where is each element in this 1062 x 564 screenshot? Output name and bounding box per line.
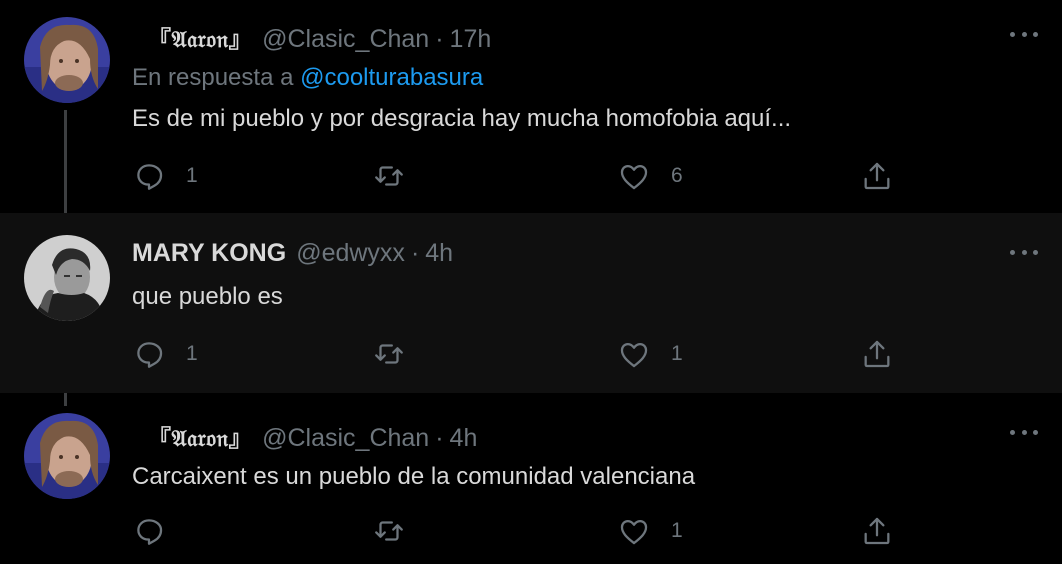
like-count: 1 <box>671 519 683 542</box>
avatar[interactable] <box>24 17 110 103</box>
tweet[interactable]: 『𝔄𝔞𝔯𝔬𝔫』 @Clasic_Chan · 4h Carcaixent es … <box>0 393 1062 564</box>
retweet-icon <box>375 166 403 186</box>
more-icon[interactable] <box>1010 430 1038 438</box>
tweet-actions: 1 1 <box>132 337 902 371</box>
tweet-actions: 1 <box>132 514 902 548</box>
reply-button[interactable] <box>132 514 186 548</box>
timestamp[interactable]: 17h <box>450 25 492 54</box>
retweet-button[interactable] <box>372 514 426 548</box>
avatar[interactable] <box>24 413 110 499</box>
reply-context: En respuesta a @coolturabasura <box>132 64 483 92</box>
display-name[interactable]: 『𝔄𝔞𝔯𝔬𝔫』 <box>148 419 252 453</box>
heart-icon <box>620 342 648 368</box>
share-icon <box>864 340 890 368</box>
reply-count: 1 <box>186 342 198 365</box>
reply-icon <box>137 164 163 190</box>
tweet[interactable]: 『𝔄𝔞𝔯𝔬𝔫』 @Clasic_Chan · 17h En respuesta … <box>0 0 1062 213</box>
tweet-actions: 1 6 <box>132 159 902 193</box>
display-name[interactable]: 『𝔄𝔞𝔯𝔬𝔫』 <box>148 20 252 54</box>
separator: · <box>435 25 444 53</box>
like-count: 6 <box>671 164 683 187</box>
like-button[interactable]: 1 <box>617 514 683 548</box>
share-button[interactable] <box>860 159 894 193</box>
share-button[interactable] <box>860 514 894 548</box>
user-handle[interactable]: @Clasic_Chan <box>262 25 429 54</box>
more-icon[interactable] <box>1010 250 1038 258</box>
tweet-text: que pueblo es <box>132 283 283 310</box>
like-button[interactable]: 1 <box>617 337 683 371</box>
reply-button[interactable]: 1 <box>132 337 198 371</box>
user-handle[interactable]: @edwyxx <box>296 239 405 268</box>
share-icon <box>864 517 890 545</box>
user-handle[interactable]: @Clasic_Chan <box>262 424 429 453</box>
reply-mention-link[interactable]: @coolturabasura <box>300 64 483 91</box>
tweet-header: 『𝔄𝔞𝔯𝔬𝔫』 @Clasic_Chan · 4h <box>132 419 477 453</box>
like-button[interactable]: 6 <box>617 159 683 193</box>
separator: · <box>410 239 420 267</box>
share-button[interactable] <box>860 337 894 371</box>
heart-icon <box>620 164 648 190</box>
more-icon[interactable] <box>1010 32 1038 40</box>
retweet-icon <box>375 344 403 364</box>
tweet-text: Es de mi pueblo y por desgracia hay much… <box>132 105 792 132</box>
heart-icon <box>620 519 648 545</box>
timestamp[interactable]: 4h <box>450 424 478 453</box>
reply-prefix: En respuesta a <box>132 64 294 91</box>
tweet-header: MARY KONG @edwyxx · 4h <box>132 239 453 268</box>
retweet-button[interactable] <box>372 159 426 193</box>
reply-count: 1 <box>186 164 198 187</box>
reply-button[interactable]: 1 <box>132 159 198 193</box>
avatar[interactable] <box>24 235 110 321</box>
display-name[interactable]: MARY KONG <box>132 239 286 268</box>
reply-icon <box>137 342 163 368</box>
separator: · <box>435 424 444 452</box>
tweet-header: 『𝔄𝔞𝔯𝔬𝔫』 @Clasic_Chan · 17h <box>132 20 491 54</box>
timestamp[interactable]: 4h <box>425 239 453 268</box>
tweet[interactable]: MARY KONG @edwyxx · 4h que pueblo es 1 1 <box>0 213 1062 393</box>
tweet-text: Carcaixent es un pueblo de la comunidad … <box>132 463 696 490</box>
like-count: 1 <box>671 342 683 365</box>
retweet-icon <box>375 521 403 541</box>
retweet-button[interactable] <box>372 337 426 371</box>
reply-icon <box>137 519 163 545</box>
share-icon <box>864 162 890 190</box>
